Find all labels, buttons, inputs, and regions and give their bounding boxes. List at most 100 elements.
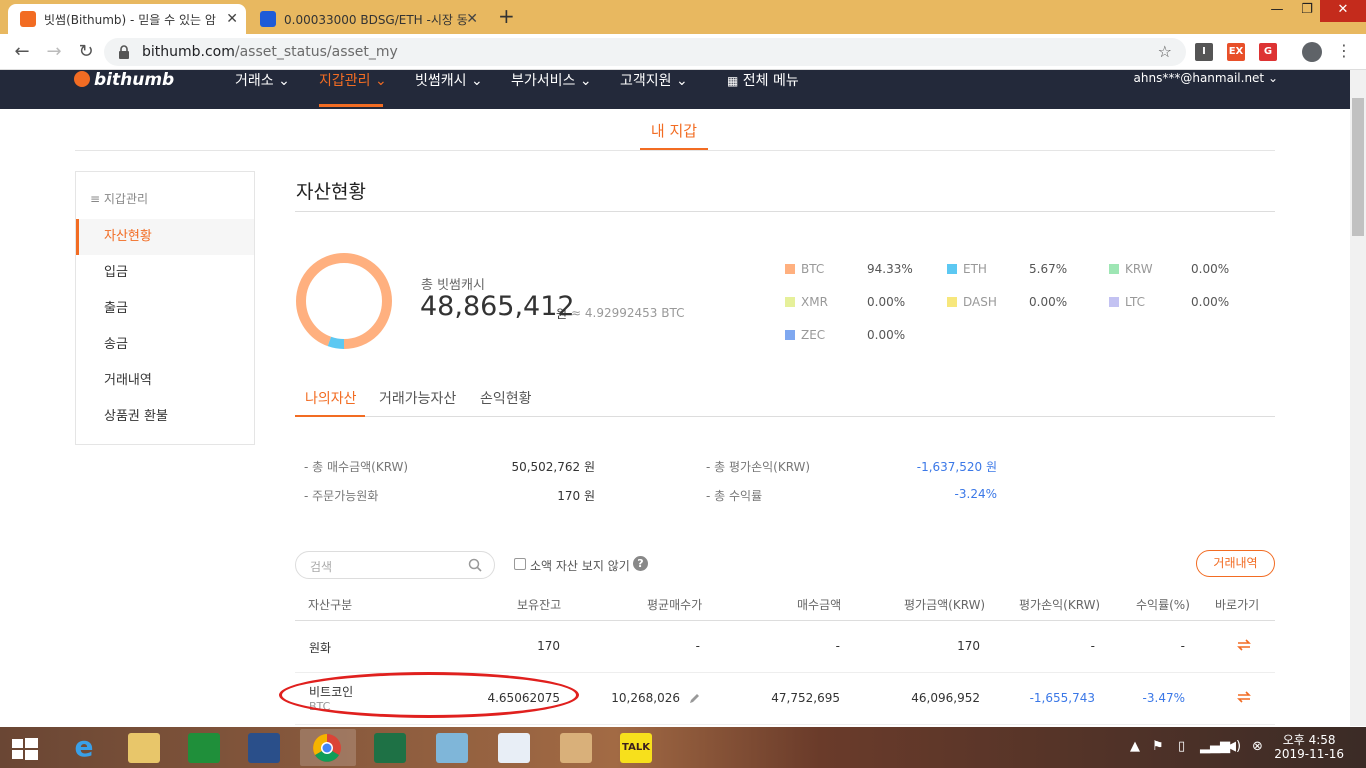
bookmark-star-icon[interactable]: ☆ [1158,42,1172,61]
browser-tab-market[interactable]: 0.00033000 BDSG/ETH -시장 동 ✕ [248,4,486,34]
maximize-button[interactable]: ❐ [1292,0,1322,22]
col-eval-amount: 평가금액(KRW) [904,598,986,612]
col-eval-pl: 평가손익(KRW) [1019,598,1101,612]
page-scrollbar[interactable] [1350,70,1366,726]
legend-name: ETH [963,262,987,276]
new-tab-button[interactable]: + [498,4,515,28]
taskbar-store[interactable] [176,729,232,766]
sidebar-item-withdraw[interactable]: 출금 [76,291,254,327]
scrollbar-thumb[interactable] [1352,98,1364,236]
folder-icon [128,733,160,763]
taskbar-app[interactable] [424,729,480,766]
legend-percent: 0.00% [1029,295,1068,309]
profile-avatar-icon[interactable] [1302,42,1322,62]
summary-return-label: - 총 수익률 [706,489,763,503]
sidebar-item-deposit[interactable]: 입금 [76,255,254,291]
bithumb-logo-icon [74,71,90,87]
summary-buy-total-value: 50,502,762 원 [511,460,595,474]
forward-arrow-icon[interactable]: → [42,40,66,64]
sidebar-item-asset-status[interactable]: 자산현황 [76,219,254,255]
bithumb-favicon [20,11,36,27]
taskbar-hangul[interactable] [486,729,542,766]
action-center-flag-icon[interactable]: ⚑ [1152,739,1164,754]
sidebar-item-voucher-refund[interactable]: 상품권 환불 [76,399,254,435]
legend-swatch [1109,297,1119,307]
col-shortcut: 바로가기 [1215,598,1260,612]
sidebar-item-history[interactable]: 거래내역 [76,363,254,399]
taskbar-kakaotalk[interactable]: TALK [608,729,664,766]
nav-extra-services[interactable]: 부가서비스 ⌄ [511,70,592,90]
account-menu[interactable]: ahns***@hanmail.net ⌄ [1134,71,1278,85]
reload-icon[interactable]: ↻ [74,40,98,64]
tab-my-assets[interactable]: 나의자산 [305,388,357,408]
divider [295,416,1275,417]
legend-swatch [785,264,795,274]
browser-tab-strip: 빗썸(Bithumb) - 믿을 수 있는 암 ✕ 0.00033000 BDS… [0,0,1366,34]
store-icon [188,733,220,763]
tab-close-icon[interactable]: ✕ [226,11,238,27]
chrome-icon [313,734,341,762]
bithumb-logo[interactable]: bithumb [74,70,174,90]
asset-return: - [1180,639,1185,653]
help-icon[interactable]: ? [633,556,648,571]
browser-tab-bithumb[interactable]: 빗썸(Bithumb) - 믿을 수 있는 암 ✕ [8,4,246,34]
tray-overflow-icon[interactable]: ▲ [1130,739,1140,754]
donut-segment-btc [296,253,392,349]
summary-buy-total-label: - 총 매수금액(KRW) [304,460,409,474]
divider [295,620,1275,621]
taskbar-excel[interactable] [362,729,418,766]
window-close-button[interactable]: ✕ [1320,0,1366,22]
red-annotation-ellipse [279,672,579,718]
tab-title: 빗썸(Bithumb) - 믿을 수 있는 암 [44,12,216,27]
nav-wallet[interactable]: 지갑관리 ⌄ [319,70,387,90]
legend-item-krw: KRW 0.00% [1109,262,1249,278]
extension-ex-icon[interactable]: EX [1227,43,1245,61]
taskbar-explorer[interactable] [116,729,172,766]
asset-search-input[interactable]: 검색 [295,551,495,579]
col-balance: 보유잔고 [517,598,562,612]
taskbar-paint[interactable] [548,729,604,766]
transaction-history-button[interactable]: 거래내역 [1196,550,1275,577]
address-bar[interactable]: bithumb.com/asset_status/asset_my ☆ [104,38,1186,66]
legend-swatch [785,297,795,307]
chrome-menu-icon[interactable]: ⋮ [1336,41,1352,60]
nav-all-menu-label: 전체 메뉴 [742,73,799,89]
tab-tradable-assets[interactable]: 거래가능자산 [379,388,456,408]
legend-swatch [1109,264,1119,274]
back-arrow-icon[interactable]: ← [10,40,34,64]
start-button[interactable] [0,729,48,766]
extension-g-icon[interactable]: G [1259,43,1277,61]
nav-support[interactable]: 고객지원 ⌄ [620,70,688,90]
legend-item-eth: ETH 5.67% [947,262,1087,278]
total-cash-btc: ≈ 4.92992453 BTC [571,306,685,320]
sidebar-item-transfer[interactable]: 송금 [76,327,254,363]
hide-small-assets-label[interactable]: 소액 자산 보지 않기 [530,557,630,574]
nav-bithumb-cash[interactable]: 빗썸캐시 ⌄ [415,70,483,90]
taskbar-ie[interactable]: e [56,729,112,766]
tab-close-icon[interactable]: ✕ [466,11,478,27]
tab-my-wallet[interactable]: 내 지갑 [640,120,708,150]
kakaotalk-icon: TALK [620,733,652,763]
taskbar-lenovo[interactable] [236,729,292,766]
search-icon[interactable] [468,558,482,572]
search-placeholder: 검색 [310,560,333,574]
nav-exchange[interactable]: 거래소 ⌄ [235,70,290,90]
hide-small-assets-checkbox[interactable] [514,558,526,570]
page-title: 자산현황 [296,181,366,203]
lenovo-monitor-icon [248,733,280,763]
taskbar-chrome[interactable] [300,729,356,766]
legend-swatch [785,330,795,340]
extension-i-icon[interactable]: I [1195,43,1213,61]
minimize-button[interactable]: — [1262,0,1292,22]
taskbar-clock[interactable]: 오후 4:58 2019-11-16 [1274,733,1344,761]
volume-icon[interactable]: ◀) [1226,739,1241,754]
legend-item-dash: DASH 0.00% [947,295,1087,311]
nav-all-menu[interactable]: ▦ 전체 메뉴 [727,70,799,90]
swap-icon[interactable] [1236,689,1252,705]
battery-icon[interactable]: ▯ [1178,739,1185,754]
notification-icon[interactable]: ⊗ [1252,739,1263,754]
pencil-icon[interactable] [688,693,700,705]
tab-profit-loss[interactable]: 손익현황 [480,388,532,408]
swap-icon[interactable] [1236,637,1252,653]
legend-name: LTC [1125,295,1146,309]
